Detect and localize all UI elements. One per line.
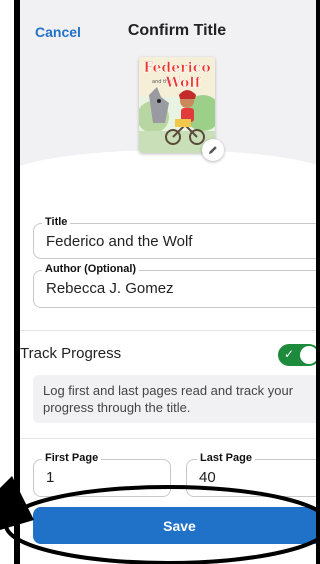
last-page-label: Last Page [197,452,255,464]
cover-title-line3: Wolf [164,75,201,91]
screen: Cancel Confirm Title Federico and the Wo… [20,0,316,564]
last-page-value[interactable]: 40 [199,469,216,486]
cover-title-line1: Federico [143,60,210,76]
title-field-value[interactable]: Federico and the Wolf [46,233,192,250]
save-button[interactable]: Save [33,507,316,544]
first-page-label: First Page [42,452,102,464]
first-page-value[interactable]: 1 [46,469,54,486]
title-field[interactable]: Title Federico and the Wolf [33,216,316,259]
pencil-icon [209,146,217,154]
author-field-value[interactable]: Rebecca J. Gomez [46,280,174,297]
divider [20,438,316,439]
book-cover: Federico and the Wolf [139,57,215,153]
last-page-field[interactable]: Last Page 40 [186,452,316,497]
first-page-field[interactable]: First Page 1 [33,452,171,497]
author-field-label: Author (Optional) [42,263,140,275]
author-field[interactable]: Author (Optional) Rebecca J. Gomez [33,263,316,308]
phone-frame-edge-right [316,0,320,564]
book-cover-art: Federico and the Wolf [139,57,215,153]
phone-frame: Cancel Confirm Title Federico and the Wo… [0,0,320,564]
divider [20,330,316,331]
phone-frame-edge-left [14,0,20,564]
track-progress-info: Log first and last pages read and track … [33,375,316,423]
track-progress-label: Track Progress [20,345,122,362]
track-progress-toggle[interactable]: ✓ [278,344,316,366]
edit-cover-button[interactable] [202,139,224,161]
toggle-knob [300,346,316,364]
page-title: Confirm Title [127,22,227,39]
check-icon: ✓ [284,347,295,361]
title-field-label: Title [42,216,71,228]
